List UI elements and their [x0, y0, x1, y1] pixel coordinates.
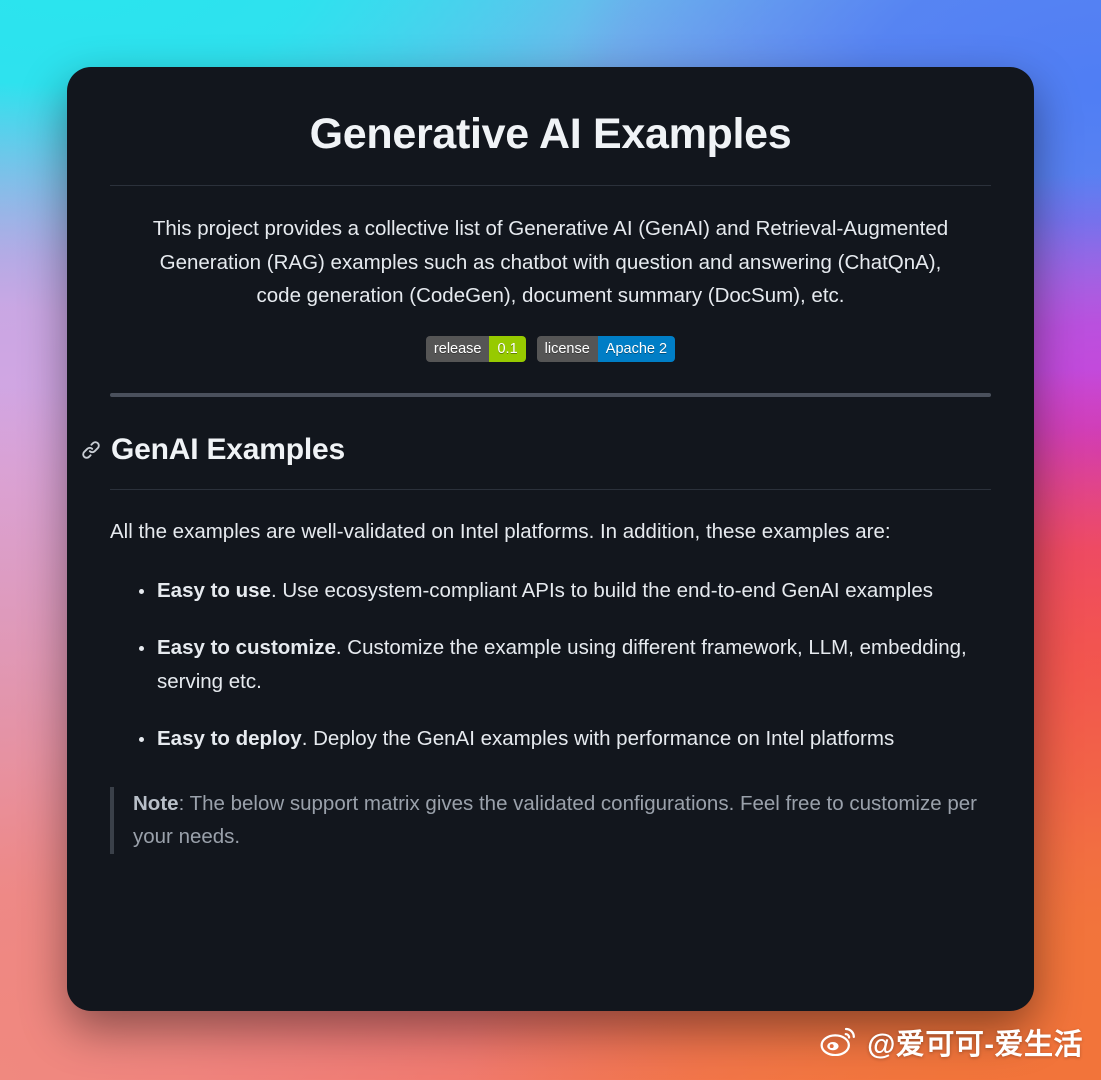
bullet-lead: Easy to deploy: [157, 727, 302, 750]
section-title: GenAI Examples: [111, 432, 345, 466]
release-badge-value: 0.1: [489, 335, 526, 362]
title-divider: [110, 185, 991, 186]
note-text: : The below support matrix gives the val…: [133, 791, 977, 849]
list-item: Easy to customize. Customize the example…: [139, 631, 991, 698]
section-heading-row: GenAI Examples: [81, 433, 991, 467]
weibo-logo-icon: [820, 1026, 858, 1064]
section-divider: [110, 392, 991, 397]
list-item: Easy to use. Use ecosystem-compliant API…: [139, 574, 991, 608]
license-badge-label: license: [536, 335, 598, 362]
note-lead: Note: [133, 791, 179, 815]
feature-list: Easy to use. Use ecosystem-compliant API…: [110, 574, 991, 756]
bullet-rest: . Deploy the GenAI examples with perform…: [301, 727, 895, 750]
release-badge-label: release: [425, 335, 490, 362]
release-badge[interactable]: release 0.1: [425, 335, 526, 362]
bullet-lead: Easy to customize: [157, 636, 336, 659]
section-intro: All the examples are well-validated on I…: [110, 519, 891, 543]
project-description: This project provides a collective list …: [152, 217, 949, 307]
link-icon[interactable]: [81, 440, 101, 460]
section-title-divider: [110, 488, 991, 490]
page-title: Generative AI Examples: [309, 110, 792, 158]
bullet-rest: . Use ecosystem-compliant APIs to build …: [270, 578, 933, 602]
weibo-watermark: @爱可可-爱生活: [820, 1026, 1083, 1064]
license-badge[interactable]: license Apache 2: [536, 335, 676, 362]
readme-card: Generative AI Examples This project prov…: [67, 67, 1034, 1011]
badge-row: release 0.1 license Apache 2: [110, 335, 991, 362]
list-item: Easy to deploy. Deploy the GenAI example…: [139, 722, 991, 756]
bullet-lead: Easy to use: [157, 578, 271, 602]
license-badge-value: Apache 2: [597, 335, 676, 362]
note-blockquote: Note: The below support matrix gives the…: [110, 786, 991, 854]
weibo-handle: @爱可可-爱生活: [867, 1028, 1083, 1061]
